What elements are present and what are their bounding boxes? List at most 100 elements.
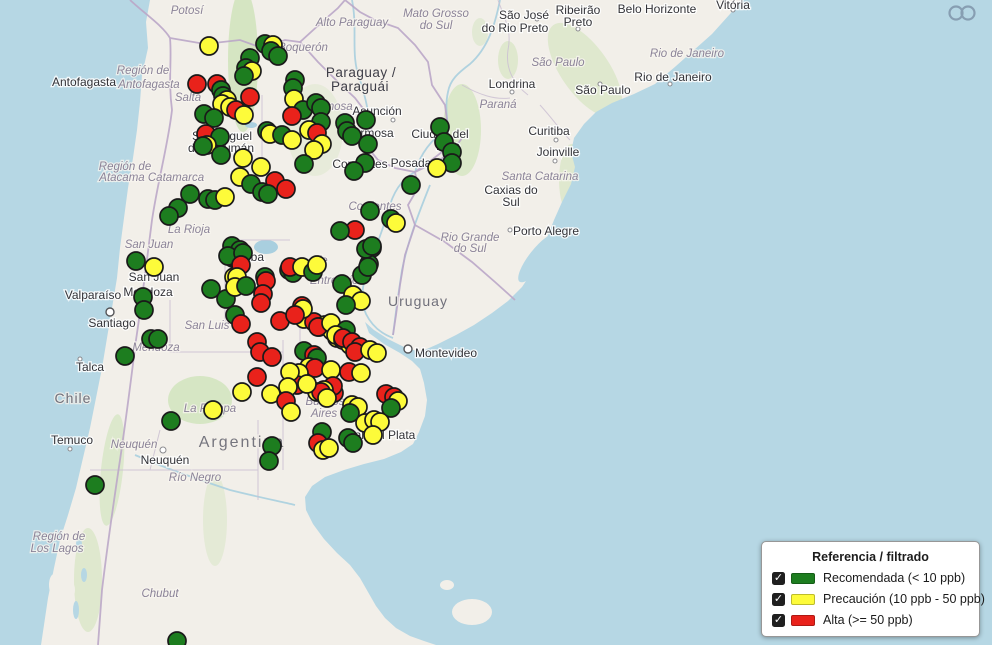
legend-item-0: ✓ Recomendada (< 10 ppb) bbox=[772, 571, 969, 585]
map-label: San Luis bbox=[185, 320, 230, 332]
map-marker-green[interactable] bbox=[269, 47, 287, 65]
map-label: Rio de Janeiro bbox=[650, 48, 725, 60]
map-label: Antofagasta bbox=[52, 75, 116, 89]
map-marker-red[interactable] bbox=[232, 315, 250, 333]
map-marker-green[interactable] bbox=[86, 476, 104, 494]
map-marker-green[interactable] bbox=[237, 277, 255, 295]
map-label: São Paulo bbox=[531, 57, 585, 69]
map-label: São Paulo bbox=[575, 83, 631, 97]
map-label: Temuco bbox=[51, 433, 93, 447]
town-dot bbox=[106, 308, 114, 316]
map-marker-yellow[interactable] bbox=[200, 37, 218, 55]
map-marker-green[interactable] bbox=[331, 222, 349, 240]
legend-checkbox-1[interactable]: ✓ bbox=[772, 593, 785, 606]
map-label: Neuquén bbox=[141, 453, 190, 467]
map-marker-yellow[interactable] bbox=[204, 401, 222, 419]
map-marker-yellow[interactable] bbox=[428, 159, 446, 177]
map-marker-green[interactable] bbox=[235, 67, 253, 85]
map-app: PotosíAlto ParaguayMato Grossodo SulBoqu… bbox=[0, 0, 992, 645]
map-marker-green[interactable] bbox=[363, 237, 381, 255]
map-label: Santa Catarina bbox=[502, 171, 579, 183]
map-label: Porto Alegre bbox=[513, 224, 579, 238]
map-marker-yellow[interactable] bbox=[252, 158, 270, 176]
map-label: Aires bbox=[310, 408, 337, 420]
map-marker-green[interactable] bbox=[359, 258, 377, 276]
legend-label-1: Precaución (10 ppb - 50 ppb) bbox=[823, 592, 985, 606]
map-marker-yellow[interactable] bbox=[216, 188, 234, 206]
map-label: Atacama bbox=[98, 172, 144, 184]
map-marker-green[interactable] bbox=[357, 111, 375, 129]
map-marker-red[interactable] bbox=[248, 368, 266, 386]
map-marker-green[interactable] bbox=[344, 434, 362, 452]
map-marker-red[interactable] bbox=[188, 75, 206, 93]
map-label: Montevideo bbox=[415, 346, 477, 360]
map-marker-green[interactable] bbox=[260, 452, 278, 470]
town-dot bbox=[554, 138, 558, 142]
map-marker-red[interactable] bbox=[277, 180, 295, 198]
map-marker-yellow[interactable] bbox=[145, 258, 163, 276]
map-marker-green[interactable] bbox=[337, 296, 355, 314]
map-marker-yellow[interactable] bbox=[298, 375, 316, 393]
town-dot bbox=[404, 345, 412, 353]
map-marker-green[interactable] bbox=[160, 207, 178, 225]
map-label: Alto Paraguay bbox=[315, 17, 389, 29]
legend-checkbox-0[interactable]: ✓ bbox=[772, 572, 785, 585]
map-marker-yellow[interactable] bbox=[282, 403, 300, 421]
map-label: do Sul bbox=[420, 20, 453, 32]
map-label: Chile bbox=[55, 390, 92, 406]
map-label: San Juan bbox=[125, 239, 174, 251]
map-label: Chubut bbox=[141, 588, 179, 600]
map-marker-yellow[interactable] bbox=[233, 383, 251, 401]
map-label: Los Lagos bbox=[30, 543, 83, 555]
map-marker-red[interactable] bbox=[241, 88, 259, 106]
map-marker-yellow[interactable] bbox=[364, 426, 382, 444]
map-label: Región de bbox=[117, 65, 169, 77]
town-dot bbox=[508, 228, 512, 232]
map-marker-green[interactable] bbox=[127, 252, 145, 270]
map-label: Talca bbox=[76, 360, 104, 374]
map-marker-green[interactable] bbox=[116, 347, 134, 365]
map-label: Región de bbox=[33, 531, 85, 543]
map-marker-red[interactable] bbox=[283, 107, 301, 125]
map-label: Neuquén bbox=[111, 439, 158, 451]
legend-rows: ✓ Recomendada (< 10 ppb) ✓Precaución (10 p… bbox=[772, 571, 969, 627]
map-label: Paraná bbox=[479, 99, 517, 111]
map-marker-green[interactable] bbox=[162, 412, 180, 430]
map-label: Uruguay bbox=[388, 293, 448, 309]
map-marker-green[interactable] bbox=[212, 146, 230, 164]
map-marker-yellow[interactable] bbox=[322, 361, 340, 379]
legend-label-0: Recomendada (< 10 ppb) bbox=[823, 571, 965, 585]
map-marker-green[interactable] bbox=[361, 202, 379, 220]
legend-checkbox-2[interactable]: ✓ bbox=[772, 614, 785, 627]
map-label: Mato Grosso bbox=[403, 8, 469, 20]
map-marker-green[interactable] bbox=[149, 330, 167, 348]
map-marker-green[interactable] bbox=[359, 135, 377, 153]
map-marker-yellow[interactable] bbox=[283, 131, 301, 149]
map-marker-green[interactable] bbox=[345, 162, 363, 180]
map-marker-red[interactable] bbox=[252, 294, 270, 312]
legend-item-1: ✓Precaución (10 ppb - 50 ppb) bbox=[772, 592, 969, 606]
legend-title: Referencia / filtrado bbox=[772, 550, 969, 564]
map-marker-yellow[interactable] bbox=[352, 364, 370, 382]
map-marker-green[interactable] bbox=[402, 176, 420, 194]
map-marker-green[interactable] bbox=[168, 632, 186, 645]
map-marker-yellow[interactable] bbox=[308, 256, 326, 274]
map-marker-green[interactable] bbox=[135, 301, 153, 319]
map-marker-green[interactable] bbox=[259, 185, 277, 203]
map-label: Río Negro bbox=[169, 472, 222, 484]
map-marker-yellow[interactable] bbox=[318, 389, 336, 407]
legend-panel: Referencia / filtrado ✓ Recomendada (< 10… bbox=[761, 541, 980, 637]
map-marker-yellow[interactable] bbox=[368, 344, 386, 362]
map-marker-yellow[interactable] bbox=[235, 106, 253, 124]
town-dot bbox=[391, 118, 395, 122]
map-marker-red[interactable] bbox=[286, 306, 304, 324]
map-marker-yellow[interactable] bbox=[387, 214, 405, 232]
map-label: Paraguay / bbox=[326, 65, 396, 80]
map-label: Rio de Janeiro bbox=[634, 70, 712, 84]
map-marker-red[interactable] bbox=[263, 348, 281, 366]
map-marker-green[interactable] bbox=[194, 137, 212, 155]
map-marker-green[interactable] bbox=[295, 155, 313, 173]
map-marker-yellow[interactable] bbox=[234, 149, 252, 167]
map-marker-yellow[interactable] bbox=[320, 439, 338, 457]
map-label: Belo Horizonte bbox=[618, 2, 697, 16]
